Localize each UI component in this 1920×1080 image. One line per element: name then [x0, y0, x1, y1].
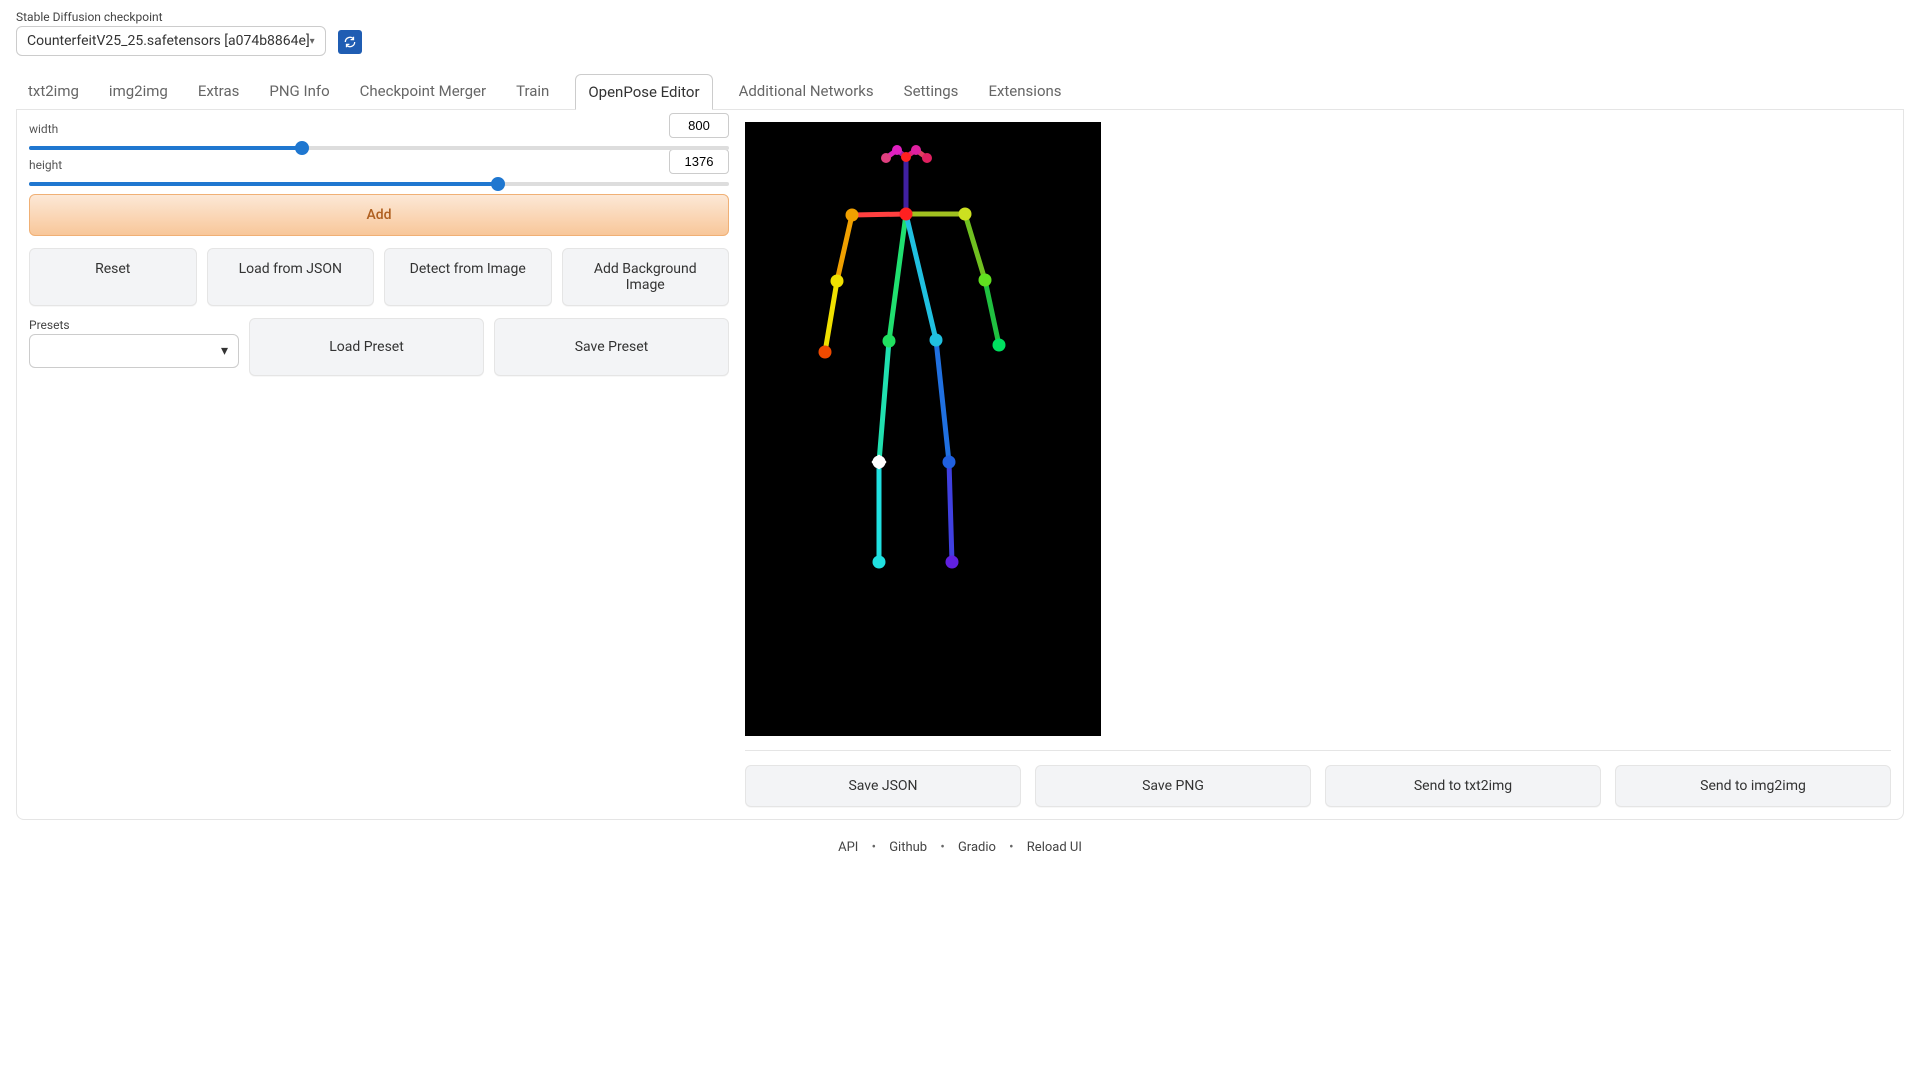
- move-cursor-icon: [872, 455, 886, 469]
- save-png-button[interactable]: Save PNG: [1035, 765, 1311, 807]
- limb-l_hip-l_knee[interactable]: [936, 340, 949, 462]
- footer-reload-link[interactable]: Reload UI: [1027, 840, 1082, 855]
- reset-button[interactable]: Reset: [29, 248, 197, 306]
- limb-l_elbow-l_wrist[interactable]: [985, 280, 999, 345]
- tab-checkpoint-merger[interactable]: Checkpoint Merger: [356, 74, 490, 109]
- limb-r_elbow-r_wrist[interactable]: [825, 281, 837, 352]
- joint-l_ankle[interactable]: [946, 556, 959, 569]
- tab-extensions[interactable]: Extensions: [984, 74, 1065, 109]
- joint-r_hip[interactable]: [883, 335, 896, 348]
- tab-img2img[interactable]: img2img: [105, 74, 172, 109]
- pose-canvas[interactable]: [745, 122, 1101, 736]
- width-value[interactable]: [669, 113, 729, 138]
- joint-r_wrist[interactable]: [819, 346, 832, 359]
- joint-l_ear[interactable]: [922, 153, 932, 163]
- tab-txt2img[interactable]: txt2img: [24, 74, 83, 109]
- joint-r_elbow[interactable]: [831, 275, 844, 288]
- add-button[interactable]: Add: [29, 194, 729, 236]
- main-tabs: txt2img img2img Extras PNG Info Checkpoint M…: [16, 66, 1904, 110]
- tab-png-info[interactable]: PNG Info: [265, 74, 333, 109]
- joint-l_wrist[interactable]: [993, 339, 1006, 352]
- limb-r_hip-r_knee[interactable]: [879, 341, 889, 462]
- height-value[interactable]: [669, 149, 729, 174]
- checkpoint-value: CounterfeitV25_25.safetensors [a074b8864…: [27, 33, 310, 49]
- height-label: height: [29, 158, 62, 172]
- width-slider[interactable]: [29, 146, 729, 150]
- joint-l_shoulder[interactable]: [959, 208, 972, 221]
- chevron-down-icon: ▾: [221, 343, 228, 359]
- checkpoint-select[interactable]: CounterfeitV25_25.safetensors [a074b8864…: [16, 26, 326, 56]
- joint-nose[interactable]: [901, 152, 911, 162]
- send-img2img-button[interactable]: Send to img2img: [1615, 765, 1891, 807]
- load-json-button[interactable]: Load from JSON: [207, 248, 375, 306]
- presets-label: Presets: [29, 318, 239, 332]
- add-bg-button[interactable]: Add Background Image: [562, 248, 730, 306]
- tab-extras[interactable]: Extras: [194, 74, 244, 109]
- joint-r_ear[interactable]: [881, 153, 891, 163]
- footer-github-link[interactable]: Github: [889, 840, 927, 855]
- presets-select[interactable]: ▾: [29, 334, 239, 368]
- joint-l_knee[interactable]: [943, 456, 956, 469]
- limb-neck-r_shoulder[interactable]: [852, 214, 906, 215]
- checkpoint-label: Stable Diffusion checkpoint: [16, 10, 326, 24]
- footer: API • Github • Gradio • Reload UI: [16, 832, 1904, 863]
- load-preset-button[interactable]: Load Preset: [249, 318, 484, 376]
- joint-r_shoulder[interactable]: [846, 209, 859, 222]
- width-label: width: [29, 122, 58, 136]
- footer-gradio-link[interactable]: Gradio: [958, 840, 996, 855]
- tab-train[interactable]: Train: [512, 74, 553, 109]
- save-json-button[interactable]: Save JSON: [745, 765, 1021, 807]
- height-slider[interactable]: [29, 182, 729, 186]
- refresh-icon: [343, 35, 357, 49]
- chevron-down-icon: ▾: [310, 36, 315, 47]
- tab-settings[interactable]: Settings: [900, 74, 963, 109]
- limb-l_shoulder-l_elbow[interactable]: [965, 214, 985, 280]
- joint-l_eye[interactable]: [911, 145, 921, 155]
- joint-l_hip[interactable]: [930, 334, 943, 347]
- divider: [745, 750, 1891, 751]
- height-slider-thumb[interactable]: [491, 177, 505, 191]
- detect-image-button[interactable]: Detect from Image: [384, 248, 552, 306]
- save-preset-button[interactable]: Save Preset: [494, 318, 729, 376]
- limb-r_shoulder-r_elbow[interactable]: [837, 215, 852, 281]
- joint-l_elbow[interactable]: [979, 274, 992, 287]
- limb-neck-r_hip[interactable]: [889, 214, 906, 341]
- joint-r_eye[interactable]: [892, 145, 902, 155]
- send-txt2img-button[interactable]: Send to txt2img: [1325, 765, 1601, 807]
- tab-openpose-editor[interactable]: OpenPose Editor: [575, 74, 712, 110]
- openpose-skeleton[interactable]: [745, 122, 1101, 736]
- joint-r_ankle[interactable]: [873, 556, 886, 569]
- refresh-checkpoints-button[interactable]: [338, 30, 362, 54]
- limb-l_knee-l_ankle[interactable]: [949, 462, 952, 562]
- joint-neck[interactable]: [900, 208, 913, 221]
- limb-neck-l_hip[interactable]: [906, 214, 936, 340]
- footer-api-link[interactable]: API: [838, 840, 858, 855]
- width-slider-thumb[interactable]: [295, 141, 309, 155]
- tab-additional-networks[interactable]: Additional Networks: [735, 74, 878, 109]
